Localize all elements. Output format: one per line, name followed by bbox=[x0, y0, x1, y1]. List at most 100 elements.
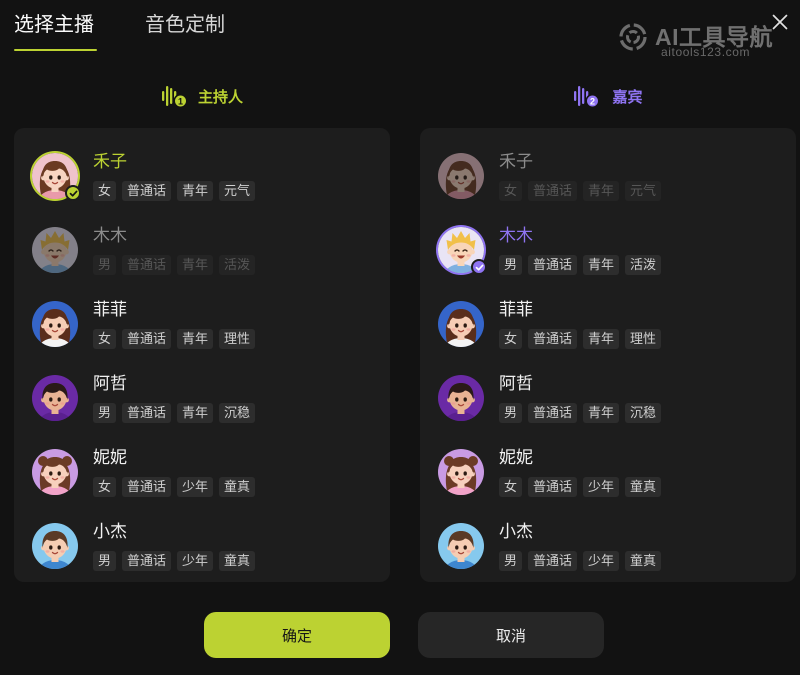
voice-row[interactable]: 木木男普通话 青年 活泼 bbox=[420, 213, 796, 287]
tab-select-anchor[interactable]: 选择主播 bbox=[14, 8, 94, 42]
check-icon bbox=[65, 185, 81, 201]
avatar bbox=[438, 153, 484, 199]
voice-tag: 普通话 bbox=[528, 551, 578, 571]
voice-tag: 元气 bbox=[219, 181, 256, 201]
voice-name: 阿哲 bbox=[93, 374, 127, 393]
voice-tag: 男 bbox=[499, 403, 523, 423]
voice-tag: 少年 bbox=[177, 551, 214, 571]
voice-info: 菲菲女普通话 青年 理性 bbox=[499, 299, 662, 349]
watermark: AI工具导航 aitools123.com bbox=[618, 16, 780, 62]
host-badge-number: 1 bbox=[178, 96, 183, 106]
voice-row[interactable]: 菲菲女普通话 青年 理性 bbox=[14, 287, 390, 361]
guest-voice-list: 禾子女普通话 青年 元气 木木男普通话 青年 活泼 菲菲女普通话 青年 理性 阿哲男普通话 青年 沉稳… bbox=[420, 128, 796, 582]
voice-name: 禾子 bbox=[93, 152, 127, 171]
avatar-image bbox=[438, 449, 484, 495]
voice-tag: 男 bbox=[93, 255, 117, 275]
voice-tag: 元气 bbox=[625, 181, 662, 201]
guest-column-header: 2 嘉宾 bbox=[420, 84, 796, 108]
voice-info: 禾子女普通话 青年 元气 bbox=[93, 151, 256, 201]
watermark-url: aitools123.com bbox=[661, 45, 751, 59]
avatar bbox=[32, 523, 78, 569]
voice-tags: 女普通话 青年 理性 bbox=[93, 329, 256, 349]
voice-tag: 普通话 bbox=[528, 181, 578, 201]
voice-row[interactable]: 妮妮女普通话 少年 童真 bbox=[14, 435, 390, 509]
voice-tag: 男 bbox=[93, 403, 117, 423]
voice-row: 木木男普通话 青年 活泼 bbox=[14, 213, 390, 287]
avatar-image bbox=[32, 375, 78, 421]
voice-tag: 理性 bbox=[625, 329, 662, 349]
voice-tag: 普通话 bbox=[122, 255, 172, 275]
voice-tag: 童真 bbox=[219, 477, 256, 497]
voice-tag: 女 bbox=[93, 477, 117, 497]
confirm-button[interactable]: 确定 bbox=[204, 612, 390, 658]
voice-row[interactable]: 小杰男普通话 少年 童真 bbox=[14, 509, 390, 582]
voice-info: 小杰男普通话 少年 童真 bbox=[93, 521, 256, 571]
cancel-button[interactable]: 取消 bbox=[418, 612, 604, 658]
voice-info: 妮妮女普通话 少年 童真 bbox=[93, 447, 256, 497]
avatar bbox=[32, 301, 78, 347]
voice-row[interactable]: 菲菲女普通话 青年 理性 bbox=[420, 287, 796, 361]
avatar-image bbox=[32, 301, 78, 347]
avatar-image bbox=[32, 523, 78, 569]
voice-tags: 女普通话 青年 元气 bbox=[93, 181, 256, 201]
voice-tag: 青年 bbox=[177, 403, 214, 423]
voice-tag: 普通话 bbox=[122, 477, 172, 497]
voice-name: 木木 bbox=[499, 226, 533, 245]
voice-tag: 女 bbox=[499, 181, 523, 201]
voice-info: 禾子女普通话 青年 元气 bbox=[499, 151, 662, 201]
avatar bbox=[438, 449, 484, 495]
voice-row[interactable]: 小杰男普通话 少年 童真 bbox=[420, 509, 796, 582]
voice-tag: 女 bbox=[499, 329, 523, 349]
voice-tag: 普通话 bbox=[122, 551, 172, 571]
voice-row[interactable]: 阿哲男普通话 青年 沉稳 bbox=[14, 361, 390, 435]
avatar-image bbox=[438, 153, 484, 199]
voice-row[interactable]: 阿哲男普通话 青年 沉稳 bbox=[420, 361, 796, 435]
voice-tag: 普通话 bbox=[528, 329, 578, 349]
avatar-image bbox=[32, 449, 78, 495]
voice-name: 阿哲 bbox=[499, 374, 533, 393]
voice-tag: 女 bbox=[499, 477, 523, 497]
avatar bbox=[438, 523, 484, 569]
voice-tags: 男普通话 青年 活泼 bbox=[499, 255, 662, 275]
voice-tag: 青年 bbox=[177, 329, 214, 349]
voice-row[interactable]: 妮妮女普通话 少年 童真 bbox=[420, 435, 796, 509]
avatar bbox=[32, 153, 81, 201]
host-column-header: 1 主持人 bbox=[14, 84, 390, 108]
avatar-image bbox=[438, 375, 484, 421]
voice-tag: 普通话 bbox=[122, 329, 172, 349]
watermark-logo-icon bbox=[618, 22, 648, 52]
avatar-image bbox=[438, 523, 484, 569]
voice-tag: 青年 bbox=[583, 403, 620, 423]
voice-tag: 活泼 bbox=[219, 255, 256, 275]
voice-name: 妮妮 bbox=[93, 448, 127, 467]
voice-info: 阿哲男普通话 青年 沉稳 bbox=[93, 373, 256, 423]
voice-tag: 青年 bbox=[583, 181, 620, 201]
close-button[interactable] bbox=[771, 13, 789, 31]
voice-name: 木木 bbox=[93, 226, 127, 245]
tab-voice-customize[interactable]: 音色定制 bbox=[145, 8, 225, 42]
avatar bbox=[438, 227, 487, 275]
voice-row: 禾子女普通话 青年 元气 bbox=[420, 139, 796, 213]
voice-tag: 青年 bbox=[177, 181, 214, 201]
voice-tag: 青年 bbox=[583, 255, 620, 275]
voice-tag: 童真 bbox=[625, 551, 662, 571]
voice-tags: 男普通话 少年 童真 bbox=[499, 551, 662, 571]
voice-info: 妮妮女普通话 少年 童真 bbox=[499, 447, 662, 497]
voice-tag: 童真 bbox=[625, 477, 662, 497]
voice-row[interactable]: 禾子女普通话 青年 元气 bbox=[14, 139, 390, 213]
voice-tag: 沉稳 bbox=[219, 403, 256, 423]
sound-wave-icon: 1 bbox=[161, 86, 187, 108]
voice-tag: 童真 bbox=[219, 551, 256, 571]
voice-info: 阿哲男普通话 青年 沉稳 bbox=[499, 373, 662, 423]
voice-tag: 普通话 bbox=[528, 477, 578, 497]
voice-info: 木木男普通话 青年 活泼 bbox=[499, 225, 662, 275]
voice-tag: 普通话 bbox=[528, 403, 578, 423]
voice-tags: 男普通话 青年 活泼 bbox=[93, 255, 256, 275]
guest-column-title: 嘉宾 bbox=[612, 88, 643, 106]
voice-info: 菲菲女普通话 青年 理性 bbox=[93, 299, 256, 349]
voice-tag: 沉稳 bbox=[625, 403, 662, 423]
voice-info: 木木男普通话 青年 活泼 bbox=[93, 225, 256, 275]
host-column-title: 主持人 bbox=[197, 88, 243, 106]
voice-tags: 男普通话 青年 沉稳 bbox=[93, 403, 256, 423]
voice-tag: 女 bbox=[93, 181, 117, 201]
